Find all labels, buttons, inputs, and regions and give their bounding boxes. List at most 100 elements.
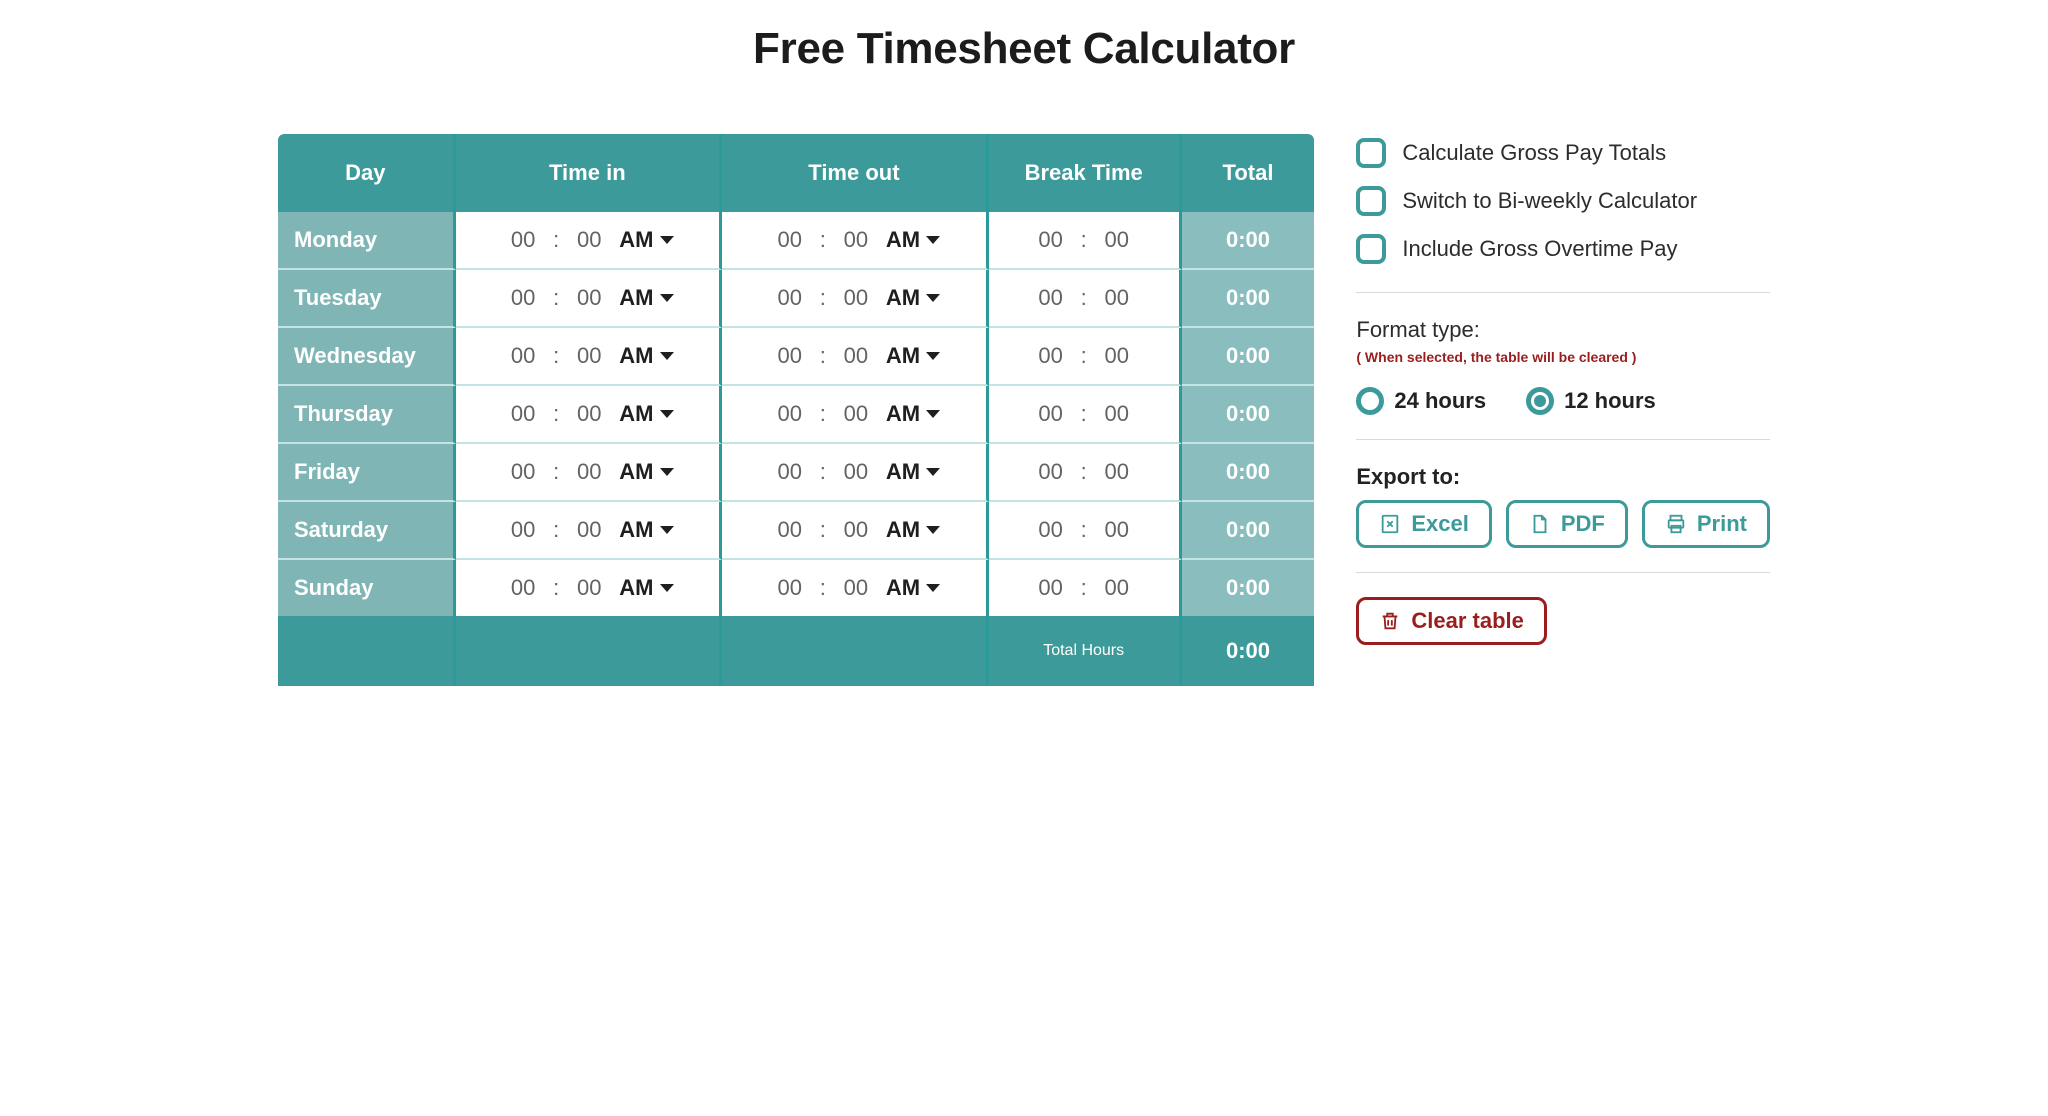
colon: : (1081, 517, 1087, 543)
time-in-minutes-input[interactable] (567, 516, 611, 544)
time-out-ampm-select[interactable]: AM (886, 285, 940, 311)
radio-icon (1356, 387, 1384, 415)
time-in-minutes-input[interactable] (567, 342, 611, 370)
chevron-down-icon (926, 236, 940, 244)
time-out-minutes-input[interactable] (834, 574, 878, 602)
time-in-hours-input[interactable] (501, 284, 545, 312)
time-out-hours-input[interactable] (768, 226, 812, 254)
time-in-cell: :AM (456, 212, 723, 270)
divider (1356, 439, 1770, 440)
ampm-label: AM (886, 575, 920, 601)
time-out-ampm-select[interactable]: AM (886, 575, 940, 601)
break-minutes-input[interactable] (1095, 400, 1139, 428)
time-out-minutes-input[interactable] (834, 226, 878, 254)
export-excel-button[interactable]: Excel (1356, 500, 1492, 548)
ampm-label: AM (886, 227, 920, 253)
time-in-hours-input[interactable] (501, 342, 545, 370)
footer-spacer-2 (456, 616, 723, 686)
break-minutes-input[interactable] (1095, 574, 1139, 602)
time-out-ampm-select[interactable]: AM (886, 343, 940, 369)
time-out-minutes-input[interactable] (834, 458, 878, 486)
ampm-label: AM (886, 343, 920, 369)
time-out-hours-input[interactable] (768, 458, 812, 486)
chevron-down-icon (926, 410, 940, 418)
day-cell: Wednesday (278, 328, 456, 386)
time-in-hours-input[interactable] (501, 516, 545, 544)
table-row: Tuesday:AM:AM:0:00 (278, 270, 1314, 328)
break-hours-input[interactable] (1029, 226, 1073, 254)
chevron-down-icon (926, 526, 940, 534)
time-out-minutes-input[interactable] (834, 342, 878, 370)
time-out-ampm-select[interactable]: AM (886, 401, 940, 427)
break-minutes-input[interactable] (1095, 458, 1139, 486)
break-hours-input[interactable] (1029, 284, 1073, 312)
checkbox-biweekly[interactable]: Switch to Bi-weekly Calculator (1356, 186, 1770, 216)
time-out-hours-input[interactable] (768, 342, 812, 370)
time-out-cell: :AM (722, 444, 989, 502)
divider (1356, 572, 1770, 573)
export-print-button[interactable]: Print (1642, 500, 1770, 548)
time-out-cell: :AM (722, 270, 989, 328)
time-out-minutes-input[interactable] (834, 516, 878, 544)
time-in-ampm-select[interactable]: AM (619, 227, 673, 253)
row-total: 0:00 (1182, 560, 1315, 616)
format-type-label: Format type: (1356, 317, 1770, 343)
time-out-hours-input[interactable] (768, 400, 812, 428)
export-pdf-button[interactable]: PDF (1506, 500, 1628, 548)
time-out-hours-input[interactable] (768, 516, 812, 544)
total-hours-label: Total Hours (989, 616, 1182, 686)
table-row: Sunday:AM:AM:0:00 (278, 560, 1314, 616)
table-row: Monday:AM:AM:0:00 (278, 212, 1314, 270)
time-out-ampm-select[interactable]: AM (886, 459, 940, 485)
checkbox-gross-pay[interactable]: Calculate Gross Pay Totals (1356, 138, 1770, 168)
break-hours-input[interactable] (1029, 458, 1073, 486)
radio-12-hours[interactable]: 12 hours (1526, 387, 1656, 415)
break-minutes-input[interactable] (1095, 516, 1139, 544)
checkbox-overtime-label: Include Gross Overtime Pay (1402, 236, 1677, 262)
time-out-ampm-select[interactable]: AM (886, 227, 940, 253)
break-minutes-input[interactable] (1095, 284, 1139, 312)
table-row: Thursday:AM:AM:0:00 (278, 386, 1314, 444)
colon: : (820, 227, 826, 253)
time-out-cell: :AM (722, 560, 989, 616)
break-hours-input[interactable] (1029, 342, 1073, 370)
time-out-minutes-input[interactable] (834, 400, 878, 428)
time-in-ampm-select[interactable]: AM (619, 401, 673, 427)
break-hours-input[interactable] (1029, 516, 1073, 544)
break-minutes-input[interactable] (1095, 342, 1139, 370)
day-cell: Friday (278, 444, 456, 502)
time-in-ampm-select[interactable]: AM (619, 343, 673, 369)
time-out-hours-input[interactable] (768, 574, 812, 602)
break-hours-input[interactable] (1029, 400, 1073, 428)
time-out-minutes-input[interactable] (834, 284, 878, 312)
row-total: 0:00 (1182, 386, 1315, 444)
time-in-hours-input[interactable] (501, 574, 545, 602)
time-in-ampm-select[interactable]: AM (619, 517, 673, 543)
time-in-hours-input[interactable] (501, 458, 545, 486)
time-in-cell: :AM (456, 386, 723, 444)
ampm-label: AM (619, 517, 653, 543)
break-hours-input[interactable] (1029, 574, 1073, 602)
colon: : (820, 343, 826, 369)
time-out-hours-input[interactable] (768, 284, 812, 312)
day-cell: Tuesday (278, 270, 456, 328)
time-in-minutes-input[interactable] (567, 284, 611, 312)
time-in-ampm-select[interactable]: AM (619, 285, 673, 311)
checkbox-overtime[interactable]: Include Gross Overtime Pay (1356, 234, 1770, 264)
row-total: 0:00 (1182, 444, 1315, 502)
time-out-ampm-select[interactable]: AM (886, 517, 940, 543)
col-time-in: Time in (456, 134, 723, 212)
time-in-minutes-input[interactable] (567, 226, 611, 254)
time-in-minutes-input[interactable] (567, 574, 611, 602)
clear-table-button[interactable]: Clear table (1356, 597, 1547, 645)
time-in-hours-input[interactable] (501, 226, 545, 254)
radio-24-hours[interactable]: 24 hours (1356, 387, 1486, 415)
time-in-minutes-input[interactable] (567, 458, 611, 486)
time-out-cell: : AM (722, 212, 989, 270)
ampm-label: AM (886, 517, 920, 543)
time-in-minutes-input[interactable] (567, 400, 611, 428)
time-in-hours-input[interactable] (501, 400, 545, 428)
time-in-ampm-select[interactable]: AM (619, 459, 673, 485)
break-minutes-input[interactable] (1095, 226, 1139, 254)
time-in-ampm-select[interactable]: AM (619, 575, 673, 601)
